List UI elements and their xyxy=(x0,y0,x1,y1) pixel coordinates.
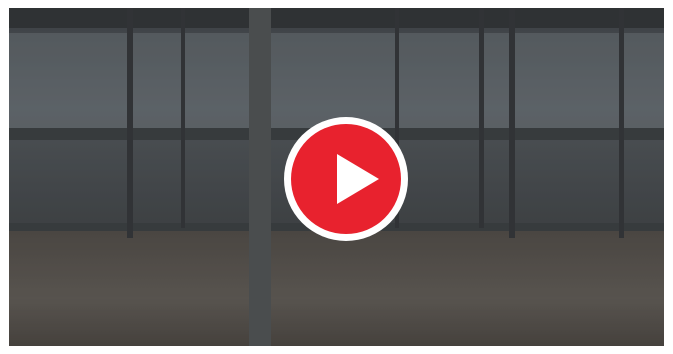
play-button-ring xyxy=(284,117,408,241)
play-button[interactable] xyxy=(281,117,411,241)
play-icon xyxy=(337,154,379,204)
play-button-disc xyxy=(291,124,401,234)
video-embed-frame xyxy=(0,0,673,354)
video-player[interactable] xyxy=(9,8,664,346)
